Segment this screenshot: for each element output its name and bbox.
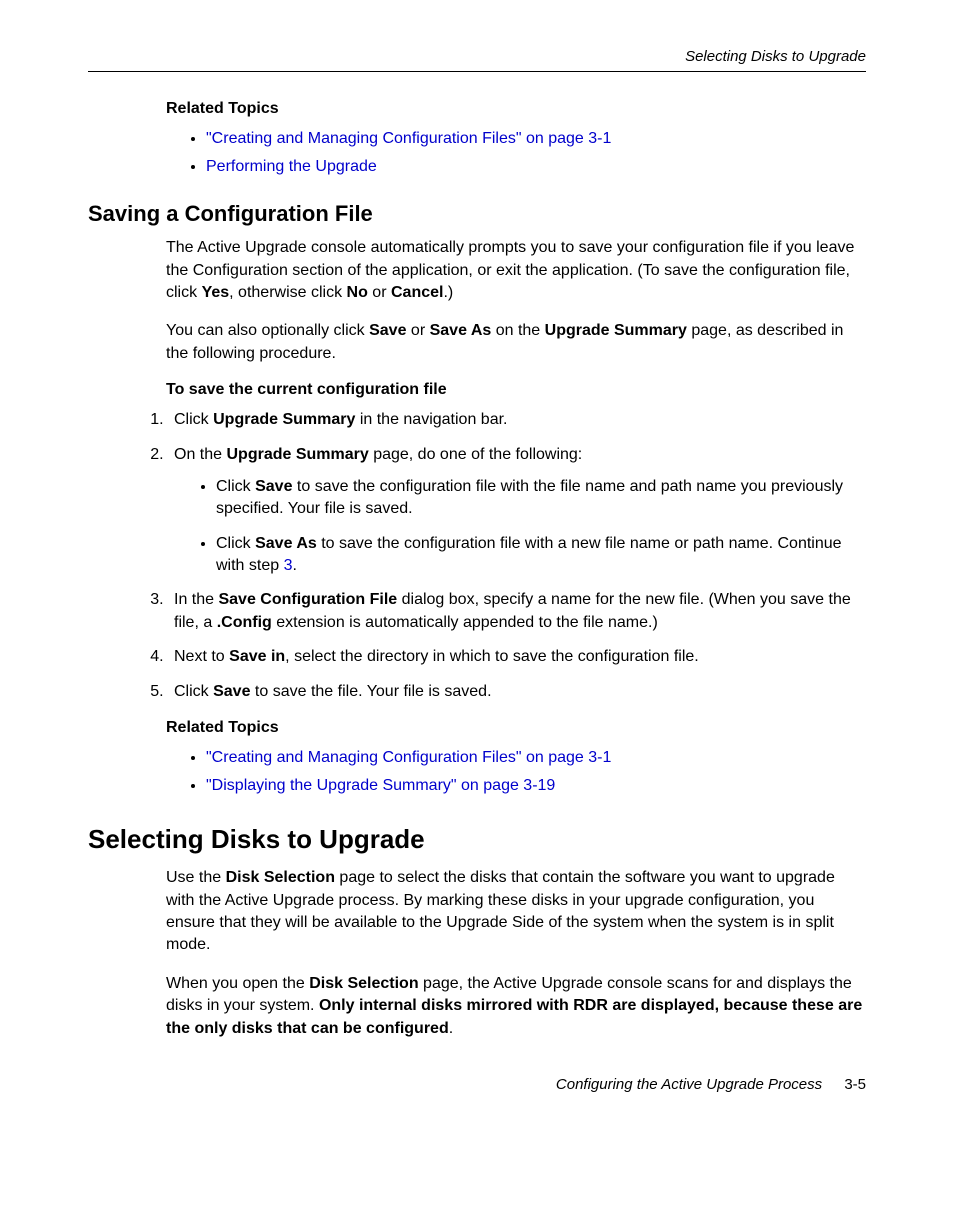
selecting-disks-heading: Selecting Disks to Upgrade [88, 824, 866, 855]
related-topics-heading-2: Related Topics [166, 719, 866, 737]
footer-page-number: 3-5 [844, 1076, 866, 1093]
related-topics-heading-1: Related Topics [166, 100, 866, 118]
link-displaying-upgrade-summary[interactable]: "Displaying the Upgrade Summary" on page… [206, 777, 555, 794]
step-5: Click Save to save the file. Your file i… [168, 681, 866, 703]
link-step-3[interactable]: 3 [284, 557, 293, 574]
step-4: Next to Save in, select the directory in… [168, 646, 866, 668]
link-performing-upgrade[interactable]: Performing the Upgrade [206, 158, 377, 175]
selecting-para-2: When you open the Disk Selection page, t… [166, 973, 866, 1040]
procedure-steps: Click Upgrade Summary in the navigation … [146, 409, 866, 703]
saving-para-1: The Active Upgrade console automatically… [166, 237, 866, 304]
saving-config-heading: Saving a Configuration File [88, 201, 866, 227]
step-2: On the Upgrade Summary page, do one of t… [168, 444, 866, 578]
link-creating-managing-config[interactable]: "Creating and Managing Configuration Fil… [206, 130, 611, 147]
list-item: "Displaying the Upgrade Summary" on page… [206, 775, 866, 797]
list-item: Performing the Upgrade [206, 156, 866, 178]
step-1: Click Upgrade Summary in the navigation … [168, 409, 866, 431]
step-2-bullet-a: Click Save to save the configuration fil… [216, 476, 866, 521]
procedure-heading: To save the current configuration file [166, 381, 866, 399]
step-3: In the Save Configuration File dialog bo… [168, 589, 866, 634]
related-topics-list-2: "Creating and Managing Configuration Fil… [166, 747, 866, 796]
running-header: Selecting Disks to Upgrade [88, 48, 866, 65]
link-creating-managing-config-2[interactable]: "Creating and Managing Configuration Fil… [206, 749, 611, 766]
page-footer: Configuring the Active Upgrade Process 3… [88, 1076, 866, 1093]
saving-para-2: You can also optionally click Save or Sa… [166, 320, 866, 365]
list-item: "Creating and Managing Configuration Fil… [206, 747, 866, 769]
step-2-bullet-b: Click Save As to save the configuration … [216, 533, 866, 578]
header-rule [88, 71, 866, 72]
related-topics-list-1: "Creating and Managing Configuration Fil… [166, 128, 866, 177]
selecting-para-1: Use the Disk Selection page to select th… [166, 867, 866, 957]
list-item: "Creating and Managing Configuration Fil… [206, 128, 866, 150]
footer-chapter: Configuring the Active Upgrade Process [556, 1076, 822, 1093]
